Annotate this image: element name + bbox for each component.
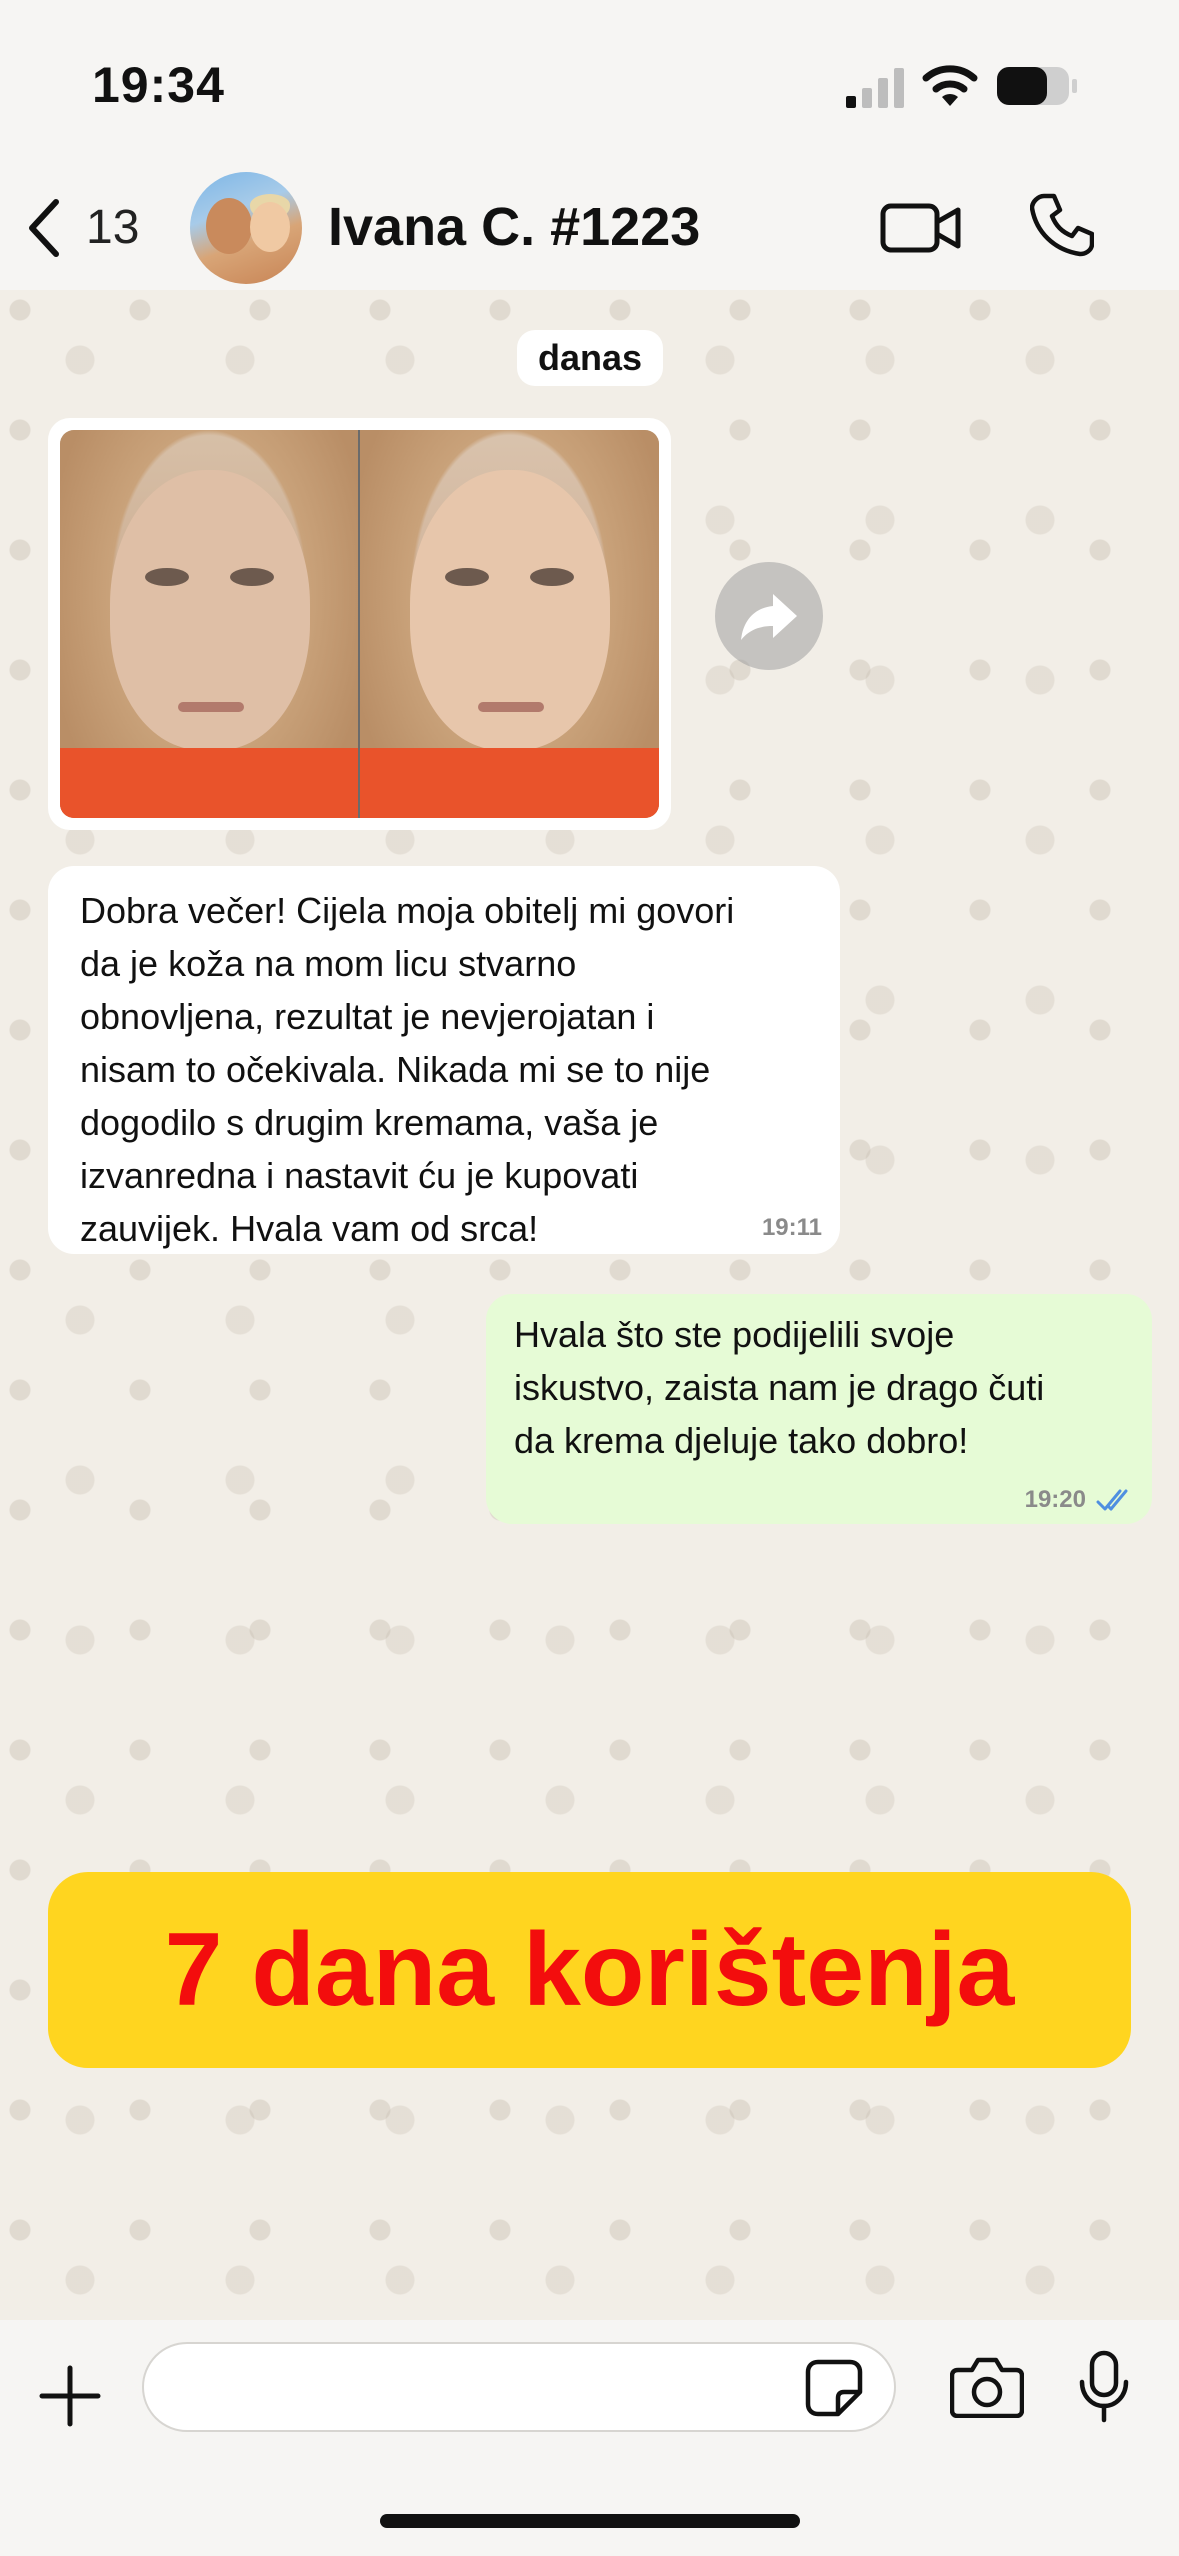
text-line: Dobra večer! Cijela moja obitelj mi govo… [80, 890, 735, 931]
unread-count[interactable]: 13 [86, 200, 139, 255]
home-indicator[interactable] [380, 2514, 800, 2528]
after-photo [359, 430, 659, 818]
wifi-icon [922, 65, 978, 106]
text-line: izvanredna i nastavit ću je kupovati [80, 1155, 639, 1196]
sticker-icon[interactable] [804, 2358, 864, 2418]
text-line: iskustvo, zaista nam je drago čuti [514, 1367, 1045, 1408]
outgoing-message-text: Hvala što ste podijelili svoje iskustvo,… [514, 1308, 1128, 1467]
message-timestamp: 19:20 [1024, 1486, 1086, 1513]
avatar[interactable] [190, 172, 302, 284]
text-line: obnovljena, rezultat je nevjerojatan i [80, 996, 655, 1037]
text-line: da je koža na mom licu stvarno [80, 943, 577, 984]
image-message[interactable] [48, 418, 671, 830]
chevron-left-icon[interactable] [24, 196, 64, 260]
camera-icon[interactable] [950, 2356, 1024, 2418]
promo-banner: 7 dana korištenja [48, 1872, 1131, 2068]
before-after-photo[interactable] [60, 430, 659, 818]
date-label: danas [517, 330, 663, 386]
double-check-read-icon [1096, 1489, 1128, 1511]
microphone-icon[interactable] [1076, 2350, 1132, 2424]
message-timestamp: 19:11 [761, 1214, 822, 1241]
text-line: dogodilo s drugim kremama, vaša je [80, 1102, 659, 1143]
plus-icon[interactable] [38, 2364, 102, 2428]
chat-header: 13 Ivana C. #1223 [0, 170, 1179, 290]
text-line: Hvala što ste podijelili svoje [514, 1314, 955, 1355]
incoming-message[interactable]: Dobra večer! Cijela moja obitelj mi govo… [48, 866, 840, 1254]
forward-arrow-icon [741, 594, 797, 640]
incoming-message-text: Dobra večer! Cijela moja obitelj mi govo… [80, 884, 810, 1255]
text-line: nisam to očekivala. Nikada mi se to nije [80, 1049, 711, 1090]
cellular-signal-icon [846, 68, 904, 108]
status-time: 19:34 [92, 57, 225, 113]
video-call-icon[interactable] [880, 198, 962, 258]
before-photo [60, 430, 360, 818]
phone-call-icon[interactable] [1030, 192, 1094, 258]
forward-button[interactable] [715, 562, 823, 670]
message-input[interactable] [142, 2342, 896, 2432]
text-line: da krema djeluje tako dobro! [514, 1420, 969, 1461]
contact-name[interactable]: Ivana C. #1223 [328, 196, 700, 258]
text-line: zauvijek. Hvala vam od srca! [80, 1208, 539, 1249]
battery-icon [997, 67, 1077, 105]
status-bar: 19:34 [0, 0, 1179, 170]
outgoing-message[interactable]: Hvala što ste podijelili svoje iskustvo,… [486, 1294, 1152, 1524]
